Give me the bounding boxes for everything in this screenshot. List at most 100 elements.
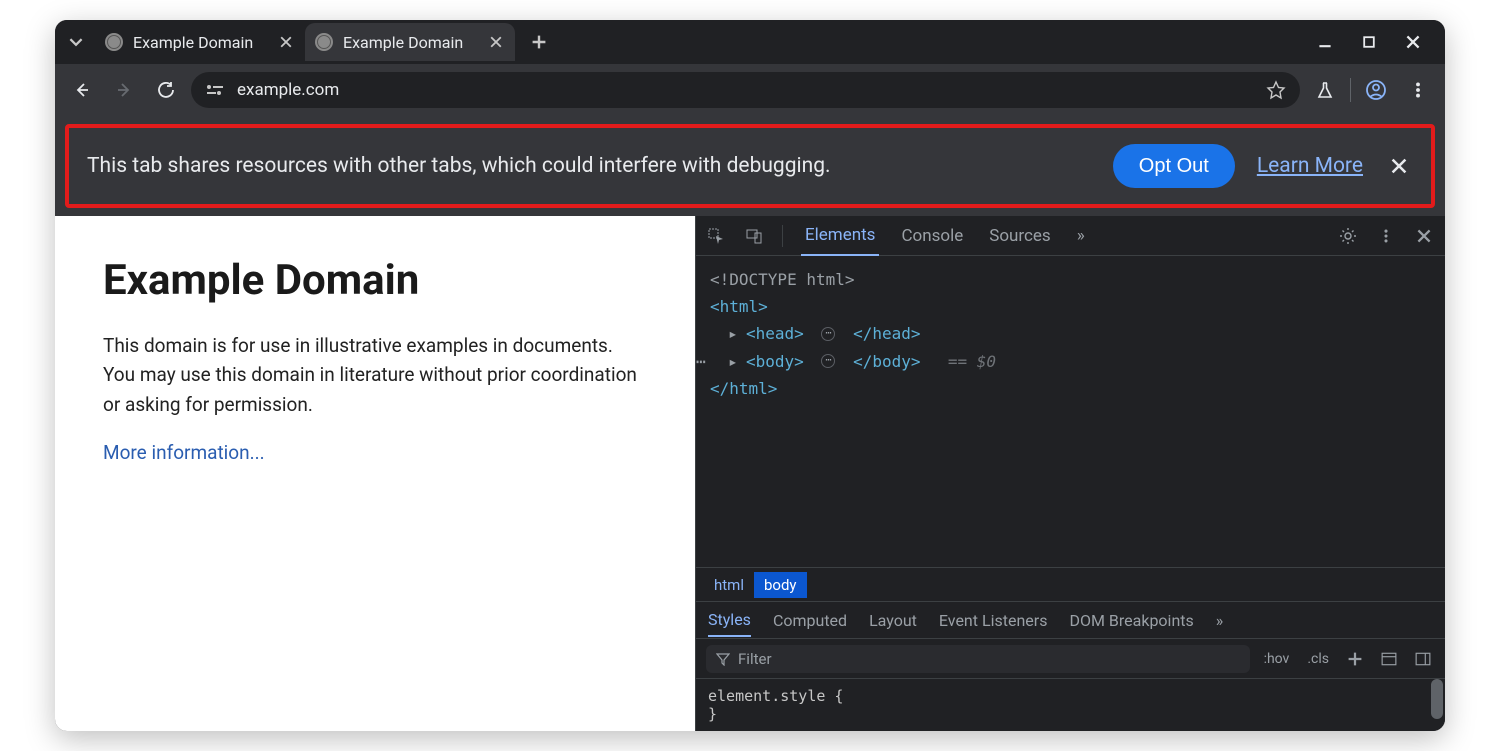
selected-element-anno: == $0 xyxy=(948,348,996,375)
devtools-menu-button[interactable] xyxy=(1375,225,1397,247)
globe-icon xyxy=(105,33,123,51)
devtools-tab-sources[interactable]: Sources xyxy=(985,216,1054,256)
expand-triangle-icon[interactable]: ▸ xyxy=(728,348,742,375)
globe-icon xyxy=(315,33,333,51)
experiments-button[interactable] xyxy=(1308,73,1342,107)
plus-icon xyxy=(1347,651,1363,667)
menu-button[interactable] xyxy=(1401,73,1435,107)
panel-icon xyxy=(1381,651,1397,667)
back-button[interactable] xyxy=(65,73,99,107)
expand-triangle-icon[interactable]: ▸ xyxy=(728,320,742,347)
filter-icon xyxy=(716,652,730,666)
new-style-rule-button[interactable] xyxy=(1343,649,1367,669)
styles-tabs-overflow[interactable]: » xyxy=(1216,611,1224,630)
arrow-left-icon xyxy=(72,80,92,100)
styles-tab-dom-breakpoints[interactable]: DOM Breakpoints xyxy=(1069,611,1193,630)
infobar-container: This tab shares resources with other tab… xyxy=(55,116,1445,216)
flask-icon xyxy=(1315,80,1335,100)
maximize-icon xyxy=(1363,36,1375,48)
devtools-tab-console[interactable]: Console xyxy=(897,216,967,256)
page-paragraph: This domain is for use in illustrative e… xyxy=(103,331,647,419)
device-icon xyxy=(745,227,763,245)
ellipsis-icon[interactable]: ⋯ xyxy=(821,327,835,341)
debugging-infobar: This tab shares resources with other tab… xyxy=(65,124,1435,208)
tab-close-button[interactable] xyxy=(277,33,295,51)
new-tab-button[interactable] xyxy=(523,26,555,58)
tab-close-button[interactable] xyxy=(487,33,505,51)
inspect-icon xyxy=(707,227,725,245)
style-rule-line: } xyxy=(708,705,1433,723)
close-icon xyxy=(1391,158,1407,174)
bookmark-button[interactable] xyxy=(1266,80,1286,100)
maximize-button[interactable] xyxy=(1357,30,1381,54)
address-bar[interactable]: example.com xyxy=(191,72,1300,108)
minimize-icon xyxy=(1318,35,1332,49)
page-heading: Example Domain xyxy=(103,256,647,305)
dom-body-open: <body> xyxy=(746,348,804,375)
styles-tab-layout[interactable]: Layout xyxy=(869,611,917,630)
tab-1[interactable]: Example Domain xyxy=(305,23,515,61)
inspect-element-button[interactable] xyxy=(706,226,726,246)
opt-out-button[interactable]: Opt Out xyxy=(1113,144,1235,188)
tab-0[interactable]: Example Domain xyxy=(95,23,305,61)
forward-button[interactable] xyxy=(107,73,141,107)
reload-icon xyxy=(156,80,176,100)
infobar-message: This tab shares resources with other tab… xyxy=(87,154,1091,178)
sidebar-toggle-button[interactable] xyxy=(1411,649,1435,669)
hov-toggle[interactable]: :hov xyxy=(1260,649,1294,669)
window-controls xyxy=(1293,30,1445,54)
profile-button[interactable] xyxy=(1359,73,1393,107)
styles-filter-input[interactable]: Filter xyxy=(706,645,1250,673)
dom-tree[interactable]: <!DOCTYPE html> <html> ▸<head> ⋯ </head>… xyxy=(696,256,1445,567)
devtools-close-button[interactable] xyxy=(1413,225,1435,247)
cls-toggle[interactable]: .cls xyxy=(1303,649,1333,669)
site-settings-icon[interactable] xyxy=(205,83,225,97)
infobar-close-button[interactable] xyxy=(1385,152,1413,180)
dom-doctype: <!DOCTYPE html> xyxy=(710,266,855,293)
profile-icon xyxy=(1365,79,1387,101)
close-icon xyxy=(1417,229,1431,243)
learn-more-link[interactable]: Learn More xyxy=(1257,154,1363,178)
sidebar-icon xyxy=(1415,651,1431,667)
separator xyxy=(782,225,783,247)
styles-tab-event-listeners[interactable]: Event Listeners xyxy=(939,611,1048,630)
crumb-html[interactable]: html xyxy=(704,572,754,598)
crumb-body[interactable]: body xyxy=(754,572,807,598)
styles-tools: :hov .cls xyxy=(1260,649,1435,669)
tab-strip: Example Domain Example Domain xyxy=(55,20,1445,64)
star-icon xyxy=(1266,80,1286,100)
computed-styles-button[interactable] xyxy=(1377,649,1401,669)
styles-tabbar: Styles Computed Layout Event Listeners D… xyxy=(696,601,1445,639)
close-icon xyxy=(280,36,292,48)
scrollbar-thumb[interactable] xyxy=(1431,679,1443,719)
tab-search-dropdown[interactable] xyxy=(61,27,91,57)
close-icon xyxy=(1406,35,1420,49)
styles-filter-row: Filter :hov .cls xyxy=(696,639,1445,679)
kebab-icon xyxy=(1410,82,1426,98)
dom-head-open: <head> xyxy=(746,320,804,347)
devtools-tabs-overflow[interactable]: » xyxy=(1073,216,1089,256)
close-icon xyxy=(490,36,502,48)
device-toggle-button[interactable] xyxy=(744,226,764,246)
window-close-button[interactable] xyxy=(1401,30,1425,54)
styles-body[interactable]: element.style { } xyxy=(696,679,1445,731)
content-area: Example Domain This domain is for use in… xyxy=(55,216,1445,731)
minimize-button[interactable] xyxy=(1313,30,1337,54)
arrow-right-icon xyxy=(114,80,134,100)
styles-tab-styles[interactable]: Styles xyxy=(708,604,751,637)
filter-placeholder: Filter xyxy=(738,650,772,668)
devtools-tab-elements[interactable]: Elements xyxy=(801,216,879,256)
more-info-link[interactable]: More information... xyxy=(103,441,265,464)
reload-button[interactable] xyxy=(149,73,183,107)
plus-icon xyxy=(531,34,547,50)
devtools-panel: Elements Console Sources » <!DOCTYPE htm… xyxy=(695,216,1445,731)
dom-html-close: </html> xyxy=(710,375,777,402)
styles-tab-computed[interactable]: Computed xyxy=(773,611,847,630)
dom-body-close: </body> xyxy=(853,348,920,375)
ellipsis-icon[interactable]: ⋯ xyxy=(821,354,835,368)
tab-title: Example Domain xyxy=(133,33,267,52)
tab-title: Example Domain xyxy=(343,33,477,52)
devtools-settings-button[interactable] xyxy=(1337,225,1359,247)
browser-window: Example Domain Example Domain examp xyxy=(55,20,1445,731)
kebab-icon xyxy=(1379,229,1393,243)
